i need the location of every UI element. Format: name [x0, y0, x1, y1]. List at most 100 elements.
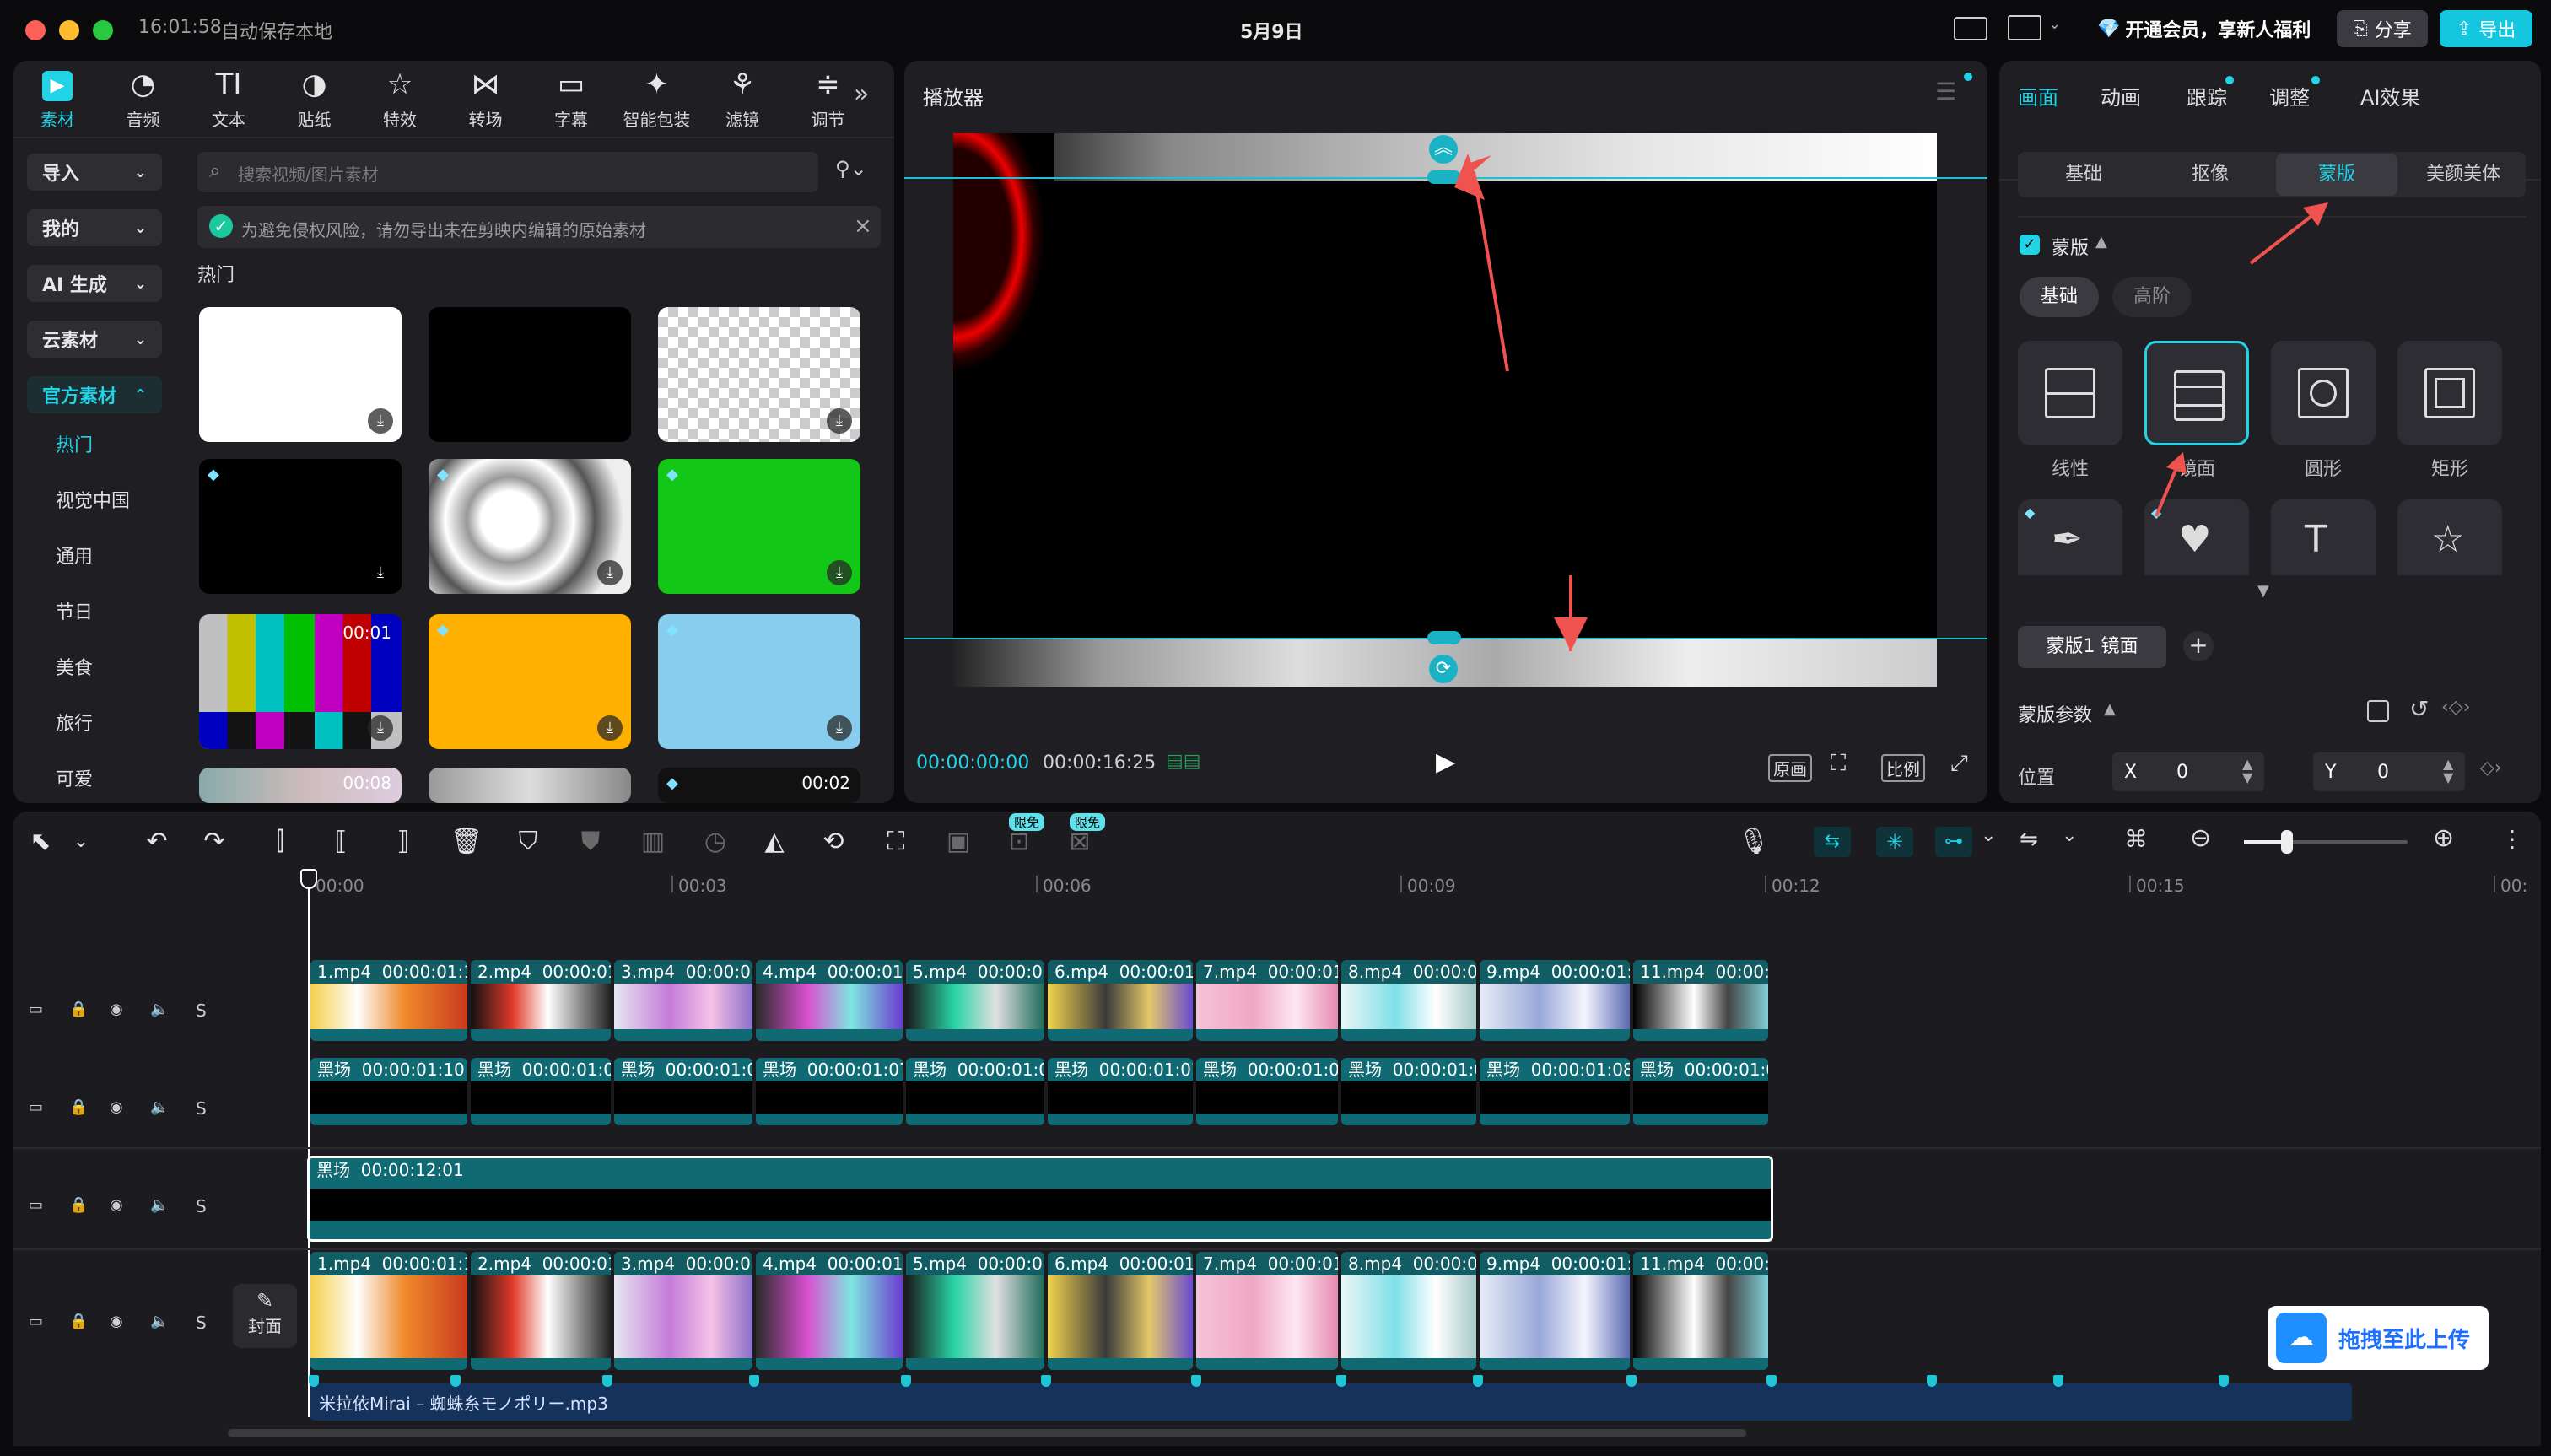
nav-item[interactable]: 通用 [56, 542, 93, 569]
more-tabs-icon[interactable]: » [854, 79, 869, 109]
black-clip[interactable]: 黑场 00:00:01:06 [1196, 1058, 1338, 1125]
nav-item[interactable]: 旅行 [56, 709, 93, 736]
chevron-down-icon[interactable]: ⌄ [1981, 825, 1996, 846]
video-clip[interactable]: 11.mp4 00:00:0 [1633, 960, 1768, 1041]
volume-icon[interactable]: 🔈 [150, 1000, 169, 1018]
zoom-slider[interactable] [2244, 830, 2408, 854]
rotate-icon[interactable]: ⟲ [818, 827, 849, 857]
ai-cutout-icon[interactable]: ⊠ [1065, 827, 1095, 857]
keyboard-icon[interactable] [1954, 17, 1987, 40]
split-left-icon[interactable]: ⟦ [326, 827, 356, 857]
linkage-icon[interactable]: ⊶ [1935, 827, 1972, 857]
chevron-down-icon[interactable]: ⌄ [2048, 15, 2061, 33]
layout-icon[interactable] [2008, 15, 2041, 40]
filter-icon[interactable]: ⚲⌄ [835, 157, 867, 181]
microphone-icon[interactable]: 🎙 [1738, 827, 1770, 856]
video-clip[interactable]: 3.mp4 00:00:01 [614, 1252, 752, 1370]
black-clip[interactable]: 黑场 00:00:01:0 [614, 1058, 752, 1125]
play-icon[interactable]: ▶ [1436, 747, 1455, 777]
lock-icon[interactable]: 🔒 [69, 1098, 88, 1116]
download-icon[interactable]: ⤓ [597, 560, 623, 585]
black-clip[interactable]: 黑场 00:00:01:0 [471, 1058, 611, 1125]
media-thumb[interactable]: ◆ ⤓ [429, 614, 631, 749]
vip-banner[interactable]: 💎 开通会员，享新人福利 [2097, 13, 2311, 44]
solo-toggle[interactable]: S [196, 1313, 207, 1333]
beat-marker[interactable] [1626, 1375, 1637, 1387]
fullscreen-icon[interactable]: ⤢ [1950, 751, 1968, 777]
video-clip[interactable]: 8.mp4 00:00:01 [1341, 1252, 1476, 1370]
video-clip[interactable]: 3.mp4 00:00:01 [614, 960, 752, 1041]
download-icon[interactable]: ⤓ [597, 715, 623, 741]
original-quality-button[interactable]: 原画 [1768, 754, 1812, 782]
export-button[interactable]: ⇪ 导出 [2440, 10, 2532, 47]
lock-icon[interactable]: 🔒 [69, 1000, 88, 1018]
beat-marker[interactable] [2053, 1375, 2063, 1387]
black-clip[interactable]: 黑场 00:00:01:08 [1480, 1058, 1630, 1125]
black-clip[interactable]: 黑场 00:00:01:0 [1341, 1058, 1476, 1125]
track-type-icon[interactable]: ▭ [29, 1098, 43, 1116]
beat-marker[interactable] [1927, 1375, 1937, 1387]
shield-icon[interactable]: ⛉ [513, 827, 543, 857]
lock-icon[interactable]: 🔒 [69, 1313, 88, 1330]
nav-dropdown[interactable]: 云素材 ⌄ [27, 321, 162, 358]
chevron-down-icon[interactable]: ⌄ [2062, 825, 2077, 846]
search-input[interactable]: 搜索视频/图片素材 [238, 161, 379, 186]
download-icon[interactable]: ⤓ [368, 408, 393, 434]
marker-icon[interactable]: ⛊ [575, 827, 606, 857]
video-clip[interactable]: 7.mp4 00:00:01:( [1196, 960, 1338, 1041]
nav-dropdown[interactable]: 官方素材 ⌃ [27, 376, 162, 413]
auto-snap-icon[interactable]: ✳ [1876, 827, 1913, 857]
video-clip[interactable]: 2.mp4 00:00:01 [471, 1252, 611, 1370]
beat-marker[interactable] [749, 1375, 759, 1387]
fit-view-icon[interactable]: ⛶ [1831, 751, 1846, 777]
download-icon[interactable]: ⤓ [827, 715, 852, 741]
download-icon[interactable]: ⤓ [368, 560, 393, 585]
download-icon[interactable]: ⤓ [368, 715, 393, 741]
zoom-in-icon[interactable]: ⊕ [2433, 823, 2454, 853]
volume-icon[interactable]: 🔈 [150, 1313, 169, 1330]
main-track-magnet-icon[interactable]: ⇆ [1814, 827, 1851, 857]
chevron-down-icon[interactable]: ⌄ [66, 827, 96, 857]
black-clip[interactable]: 黑场 00:00:01:0 [1633, 1058, 1768, 1125]
maximize-window-button[interactable] [93, 20, 113, 40]
track-type-icon[interactable]: ▭ [29, 1000, 43, 1018]
tab-adjust[interactable]: ≑ 调节 [795, 67, 862, 131]
nav-dropdown[interactable]: 导入 ⌄ [27, 154, 162, 191]
beat-marker[interactable] [602, 1375, 612, 1387]
tab-filter[interactable]: ⚘ 滤镜 [709, 67, 776, 131]
beat-marker[interactable] [1191, 1375, 1201, 1387]
playhead[interactable] [308, 871, 310, 1417]
beat-marker[interactable] [1041, 1375, 1051, 1387]
tab-media[interactable]: ▶ 素材 [24, 67, 91, 131]
undo-icon[interactable]: ↶ [142, 827, 172, 857]
tab-caption[interactable]: ▭ 字幕 [537, 67, 605, 131]
track-type-icon[interactable]: ▭ [29, 1196, 43, 1214]
visibility-icon[interactable]: ◉ [110, 1313, 123, 1330]
media-thumb[interactable]: 00:08 [199, 768, 402, 803]
video-clip[interactable]: 11.mp4 00:00:0 [1633, 1252, 1768, 1370]
reverse-icon[interactable]: ◷ [700, 827, 731, 857]
tab-transition[interactable]: ⋈ 转场 [452, 67, 520, 131]
nav-item[interactable]: 美食 [56, 653, 93, 680]
black-clip[interactable]: 黑场 00:00:01:10 [310, 1058, 467, 1125]
nav-item[interactable]: 热门 [56, 430, 93, 457]
media-thumb[interactable]: ⤓ [199, 307, 402, 442]
download-icon[interactable]: ⤓ [827, 560, 852, 585]
ai-frame-icon[interactable]: ▣ [943, 827, 973, 857]
close-icon[interactable]: × [854, 213, 872, 239]
nav-item[interactable]: 可爱 [56, 764, 93, 791]
select-icon[interactable]: ⬉ [25, 827, 56, 857]
tab-effects[interactable]: ☆ 特效 [366, 67, 434, 131]
media-thumb[interactable] [429, 307, 631, 442]
audio-clip[interactable]: 米拉依Mirai – 蜘蛛糸モノポリー.mp3 [310, 1383, 2352, 1421]
media-thumb[interactable]: ◆ 00:02 [658, 768, 860, 803]
visibility-icon[interactable]: ◉ [110, 1000, 123, 1018]
redo-icon[interactable]: ↷ [199, 827, 229, 857]
black-clip-long[interactable]: 黑场 00:00:12:01 [307, 1156, 1773, 1242]
media-thumb[interactable]: ◆ ⤓ [429, 459, 631, 594]
solo-toggle[interactable]: S [196, 1196, 207, 1216]
visibility-icon[interactable]: ◉ [110, 1098, 123, 1116]
video-clip[interactable]: 7.mp4 00:00:01:( [1196, 1252, 1338, 1370]
media-thumb[interactable]: ⤓ [658, 307, 860, 442]
beat-marker[interactable] [1766, 1375, 1777, 1387]
